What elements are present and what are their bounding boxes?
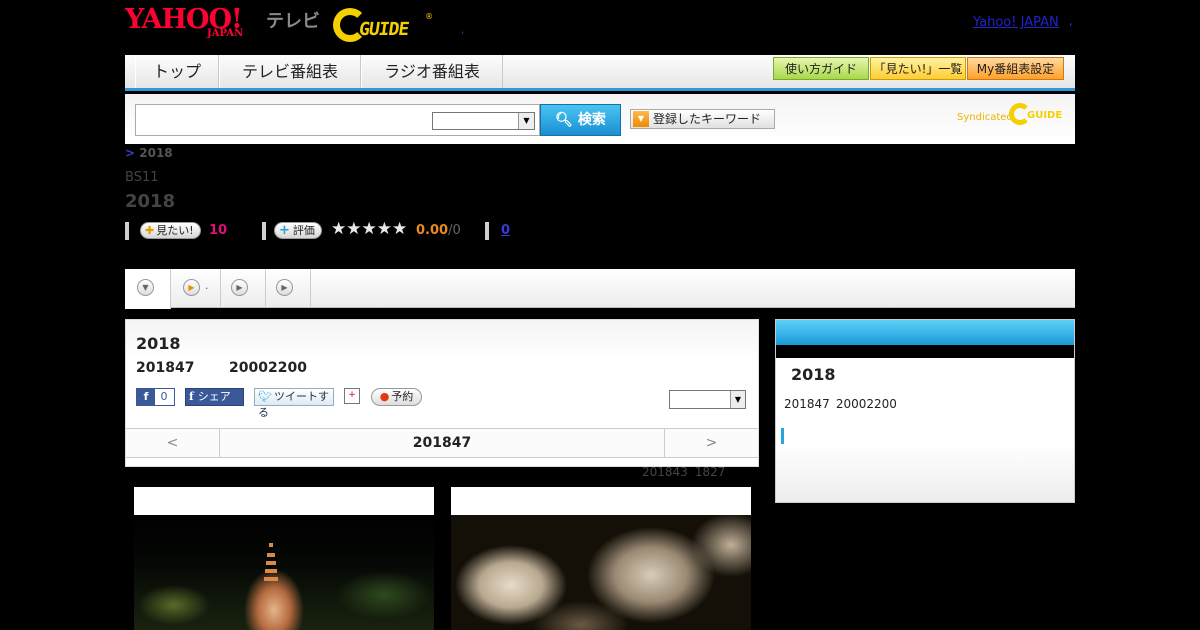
plus-icon: +: [279, 223, 290, 238]
program-title: 2018: [125, 191, 176, 212]
sidebar-header-band: [776, 345, 1074, 358]
facebook-like-count: 0: [160, 390, 168, 403]
date-navigator: < 201847 >: [126, 428, 758, 458]
subtab-2[interactable]: ▶ .: [171, 269, 221, 308]
current-date-label: 201847: [412, 435, 472, 451]
sidebar-datetime: 201847 20002200: [784, 397, 897, 411]
rating-total: /0: [448, 223, 461, 238]
facebook-like-button[interactable]: f0: [136, 388, 175, 406]
sidebar-header: [776, 320, 1074, 345]
breadcrumb-separator[interactable]: >: [125, 146, 135, 160]
my-schedule-settings-button[interactable]: My番組表設定: [967, 57, 1064, 80]
stat-divider: [262, 222, 266, 240]
yahoo-japan-sublogo: JAPAN: [207, 28, 244, 39]
page: YAHOO! JAPAN テレビ GUIDE ® , Yahoo! JAPAN …: [125, 0, 1075, 630]
rating-value: 0.00: [416, 223, 449, 238]
chevron-down-icon: ▼: [137, 279, 154, 296]
play-icon: ▶: [183, 279, 200, 296]
header-link-separator: ,: [1069, 15, 1073, 28]
facebook-icon: f: [189, 390, 194, 403]
air-date: 201847: [136, 360, 195, 376]
rate-button[interactable]: + 評価: [274, 222, 322, 239]
twitter-bird-icon: 🐦︎: [258, 390, 272, 403]
search-button[interactable]: 🔍︎ 検索: [540, 104, 621, 136]
reserve-button[interactable]: ● 予約: [371, 388, 422, 406]
sidebar-accent-mark: [781, 428, 784, 444]
rating-score: 0.00/0: [416, 223, 461, 238]
sidebar-time: 20002200: [835, 397, 897, 411]
air-time: 20002200: [229, 360, 307, 376]
saved-keywords-label: 登録したキーワード: [653, 112, 762, 126]
gguide-logo[interactable]: GUIDE ®: [333, 8, 433, 42]
want-to-watch-label: 見たい!: [156, 224, 194, 237]
program-detail-panel: 2018 201847 20002200 f0 f シェア 🐦︎ ツイートする + …: [125, 319, 759, 467]
calendar-add-icon[interactable]: +: [344, 388, 360, 404]
tv-label[interactable]: テレビ: [266, 7, 320, 33]
syndicated-label: Syndicated: [957, 112, 1013, 123]
sidebar-date: 201847: [784, 397, 830, 411]
sidebar-title: 2018: [791, 365, 836, 384]
last-updated-time: 1827: [694, 465, 726, 479]
next-date-button[interactable]: >: [664, 429, 758, 457]
rate-label: 評価: [292, 224, 315, 237]
breadcrumb: > 2018: [125, 146, 173, 160]
search-button-label: 検索: [577, 112, 606, 128]
want-to-watch-button[interactable]: ✚ 見たい!: [140, 222, 201, 239]
syndicated-gguide-logo: GUIDE: [1009, 103, 1067, 125]
play-icon: ▶: [231, 279, 248, 296]
usage-guide-button[interactable]: 使い方ガイド: [773, 57, 869, 80]
registered-mark: ®: [425, 12, 433, 21]
gguide-logo-text: GUIDE: [357, 19, 410, 40]
subtab-4[interactable]: ▶: [266, 269, 311, 308]
facebook-share-button[interactable]: f シェア: [185, 388, 244, 406]
night-temple-image: [134, 515, 434, 630]
saved-keywords-button[interactable]: ▼ 登録したキーワード: [630, 109, 775, 129]
yahoo-japan-link[interactable]: Yahoo! JAPAN: [973, 15, 1059, 30]
plus-icon: ✚: [145, 224, 155, 237]
nav-tab-radio-schedule[interactable]: ラジオ番組表: [361, 55, 503, 88]
record-dot-icon: ●: [379, 390, 390, 403]
syndicated-logo-text: GUIDE: [1027, 110, 1063, 121]
subtab-2-label: .: [205, 279, 209, 292]
play-icon: ▶: [276, 279, 293, 296]
chevron-down-icon: ▼: [730, 391, 745, 408]
detail-select[interactable]: ▼: [669, 390, 746, 409]
search-icon: 🔍︎: [555, 112, 573, 128]
program-photo-1[interactable]: [134, 487, 434, 630]
dropdown-triangle-icon: ▼: [633, 111, 649, 127]
subtab-1[interactable]: ▼: [125, 269, 171, 309]
tweet-button[interactable]: 🐦︎ ツイートする: [254, 388, 334, 419]
detail-title: 2018: [136, 334, 181, 353]
nav-tab-tv-schedule[interactable]: テレビ番組表: [219, 55, 361, 88]
want-count: 10: [209, 223, 228, 238]
program-photo-2[interactable]: [451, 487, 751, 630]
nav-tab-top[interactable]: トップ: [135, 55, 219, 88]
channel-name: BS11: [125, 170, 159, 185]
comment-count-link[interactable]: 0: [501, 223, 510, 238]
sidebar-panel: 2018 201847 20002200: [775, 319, 1075, 503]
last-updated: 201843 1827: [642, 465, 725, 479]
search-category-select[interactable]: ▼: [432, 112, 535, 130]
rating-stars: ★★★★★: [331, 219, 408, 239]
facebook-icon: f: [137, 389, 155, 405]
chevron-down-icon: ▼: [518, 113, 534, 129]
facebook-share-label: シェア: [197, 390, 231, 403]
stat-divider: [485, 222, 489, 240]
main-nav: トップ テレビ番組表 ラジオ番組表 使い方ガイド 「見たい!」一覧 My番組表設…: [125, 55, 1075, 91]
header-separator: ,: [461, 25, 465, 36]
program-subtabs: ▼ ▶ . ▶ ▶: [125, 269, 1075, 309]
night-cherry-blossom-image: [451, 515, 751, 630]
stat-divider: [125, 222, 129, 240]
reserve-label: 予約: [391, 390, 414, 403]
previous-date-button[interactable]: <: [126, 429, 220, 457]
pagoda-shape: [264, 535, 278, 595]
want-list-button[interactable]: 「見たい!」一覧: [870, 57, 966, 80]
search-bar: ▼ 🔍︎ 検索 ▼ 登録したキーワード Syndicated GUIDE: [125, 94, 1075, 144]
subtab-3[interactable]: ▶: [221, 269, 266, 308]
breadcrumb-current: 2018: [139, 146, 173, 160]
last-updated-date: 201843: [642, 465, 688, 479]
